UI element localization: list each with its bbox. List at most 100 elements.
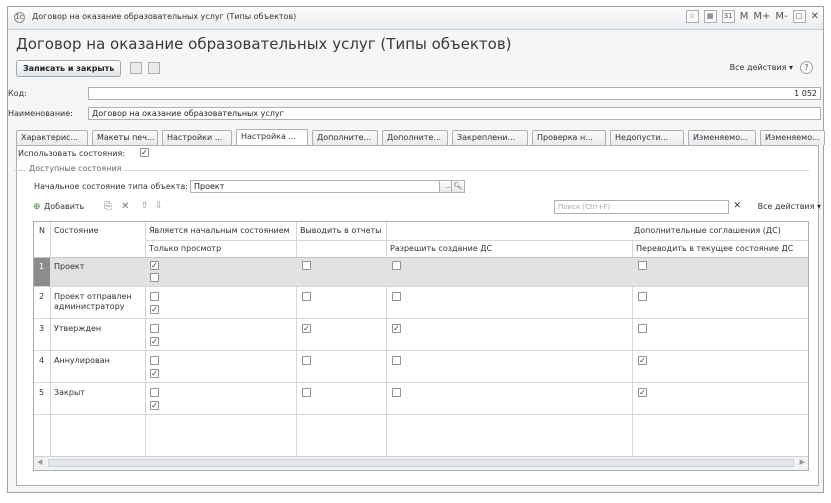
move-down-icon[interactable]: ⇩ [155, 201, 163, 211]
scroll-right-icon[interactable]: ▶ [800, 458, 805, 466]
code-field[interactable]: 1 052 [88, 87, 821, 100]
reports-checkbox[interactable] [302, 292, 311, 301]
col-header-reports[interactable]: Выводить в отчеты [300, 226, 382, 235]
print-icon[interactable] [148, 62, 160, 74]
memory-plus-button[interactable]: M+ [753, 11, 770, 22]
row-state[interactable]: Аннулирован [54, 356, 110, 365]
readonly-checkbox[interactable]: ✓ [150, 337, 159, 346]
horizontal-scrollbar[interactable]: ◀ ▶ [34, 456, 808, 470]
tab-assignment[interactable]: Закреплени... [452, 130, 528, 145]
row-state[interactable]: Проект [54, 262, 84, 271]
initial-checkbox[interactable] [150, 324, 159, 333]
transfer-checkbox[interactable] [638, 324, 647, 333]
tab-editable-2[interactable]: Изменяемо... [760, 130, 825, 145]
delete-icon[interactable]: ✕ [121, 201, 129, 212]
use-states-label: Использовать состояния: [18, 149, 126, 158]
reports-checkbox[interactable] [302, 356, 311, 365]
row-number: 1 [39, 262, 45, 271]
states-table: N Состояние Является начальным состояние… [33, 221, 809, 471]
allow-create-checkbox[interactable] [392, 388, 401, 397]
name-label: Наименование: [8, 109, 73, 118]
reports-checkbox[interactable]: ✓ [302, 324, 311, 333]
states-all-actions[interactable]: Все действия ▾ [758, 202, 821, 211]
maximize-icon[interactable]: □ [792, 10, 806, 23]
readonly-checkbox[interactable] [150, 273, 159, 282]
initial-checkbox[interactable] [150, 356, 159, 365]
tab-editable-1[interactable]: Изменяемо... [688, 130, 756, 145]
page-title: Договор на оказание образовательных услу… [16, 35, 512, 53]
tab-settings-2[interactable]: Настройка ... [236, 129, 308, 145]
initial-checkbox[interactable]: ✓ [150, 261, 159, 270]
calendar-icon[interactable]: 31 [721, 10, 735, 23]
move-up-icon[interactable]: ⇧ [141, 201, 149, 211]
tab-settings-1[interactable]: Настройки ... [162, 130, 232, 145]
reports-checkbox[interactable] [302, 388, 311, 397]
reports-checkbox[interactable] [302, 261, 311, 270]
row-state[interactable]: Утвержден [54, 324, 101, 333]
states-toolbar: ⊕ Добавить ⎘ ✕ ⇧ ⇩ Поиск (Ctrl+F) ✕ Все … [33, 200, 821, 216]
col-header-initial[interactable]: Является начальным состоянием [149, 226, 290, 235]
add-icon[interactable]: ⊕ [33, 202, 41, 212]
initial-state-label: Начальное состояние типа объекта: [34, 182, 188, 191]
allow-create-checkbox[interactable] [392, 356, 401, 365]
allow-create-checkbox[interactable] [392, 261, 401, 270]
col-header-allow-create[interactable]: Разрешить создание ДС [390, 244, 492, 253]
allow-create-checkbox[interactable]: ✓ [392, 324, 401, 333]
row-number: 2 [39, 292, 45, 301]
clear-search-icon[interactable]: ✕ [733, 201, 741, 211]
name-field[interactable]: Договор на оказание образовательных услу… [88, 107, 821, 120]
all-actions-menu[interactable]: Все действия ▾ [730, 63, 793, 72]
row-number: 5 [39, 388, 45, 397]
transfer-checkbox[interactable]: ✓ [638, 356, 647, 365]
tab-check[interactable]: Проверка н... [532, 130, 606, 145]
calculator-icon[interactable]: ▦ [703, 10, 717, 23]
memory-minus-button[interactable]: M- [775, 11, 787, 22]
scroll-left-icon[interactable]: ◀ [37, 458, 42, 466]
memory-m-button[interactable]: M [740, 11, 749, 22]
tab-strip: Характерис... Макеты печ... Настройки ..… [16, 129, 825, 145]
form-toolbar: Записать и закрыть Все действия ▾ ? [16, 59, 815, 79]
group-divider [14, 170, 809, 171]
tab-print-layouts[interactable]: Макеты печ... [92, 130, 158, 145]
readonly-checkbox[interactable]: ✓ [150, 305, 159, 314]
row-number: 3 [39, 324, 45, 333]
use-states-checkbox[interactable]: ✓ [140, 148, 149, 157]
save-and-close-button[interactable]: Записать и закрыть [16, 60, 122, 77]
add-button[interactable]: Добавить [44, 202, 84, 211]
open-state-icon[interactable]: 🔍︎ [451, 180, 465, 193]
col-header-readonly[interactable]: Только просмотр [149, 244, 221, 253]
col-header-n[interactable]: N [39, 226, 45, 235]
close-icon[interactable]: ✕ [811, 11, 819, 22]
app-icon[interactable]: 1c [14, 12, 25, 23]
initial-checkbox[interactable] [150, 388, 159, 397]
search-input[interactable]: Поиск (Ctrl+F) [554, 200, 729, 214]
transfer-checkbox[interactable]: ✓ [638, 388, 647, 397]
col-header-state[interactable]: Состояние [54, 226, 99, 235]
row-state[interactable]: Закрыт [54, 388, 85, 397]
transfer-checkbox[interactable] [638, 292, 647, 301]
scroll-thumb[interactable] [48, 459, 794, 467]
group-title: Доступные состояния [26, 164, 125, 173]
transfer-checkbox[interactable] [638, 261, 647, 270]
title-bar: 1c Договор на оказание образовательных у… [8, 7, 823, 30]
tab-not-allowed[interactable]: Недопусти... [610, 130, 684, 145]
col-header-transfer[interactable]: Переводить в текущее состояние ДС [636, 244, 793, 253]
row-state[interactable]: Проект отправлен администратору [54, 292, 142, 312]
tab-characteristics[interactable]: Характерис... [16, 130, 88, 145]
initial-checkbox[interactable] [150, 292, 159, 301]
col-header-agreements: Дополнительные соглашения (ДС) [634, 226, 781, 235]
save-icon[interactable] [130, 62, 142, 74]
title-bar-controls: ☆ ▦ 31 M M+ M- □ ✕ [685, 10, 819, 23]
tab-additional-2[interactable]: Дополните... [382, 130, 448, 145]
code-label: Код: [8, 89, 27, 98]
readonly-checkbox[interactable]: ✓ [150, 369, 159, 378]
copy-icon[interactable]: ⎘ [104, 201, 112, 212]
favorites-icon[interactable]: ☆ [685, 10, 699, 23]
row-number: 4 [39, 356, 45, 365]
help-icon[interactable]: ? [800, 61, 813, 74]
tab-additional-1[interactable]: Дополните... [312, 130, 378, 145]
allow-create-checkbox[interactable] [392, 292, 401, 301]
readonly-checkbox[interactable]: ✓ [150, 401, 159, 410]
window-title: Договор на оказание образовательных услу… [32, 12, 297, 21]
initial-state-field[interactable]: Проект [190, 180, 440, 193]
